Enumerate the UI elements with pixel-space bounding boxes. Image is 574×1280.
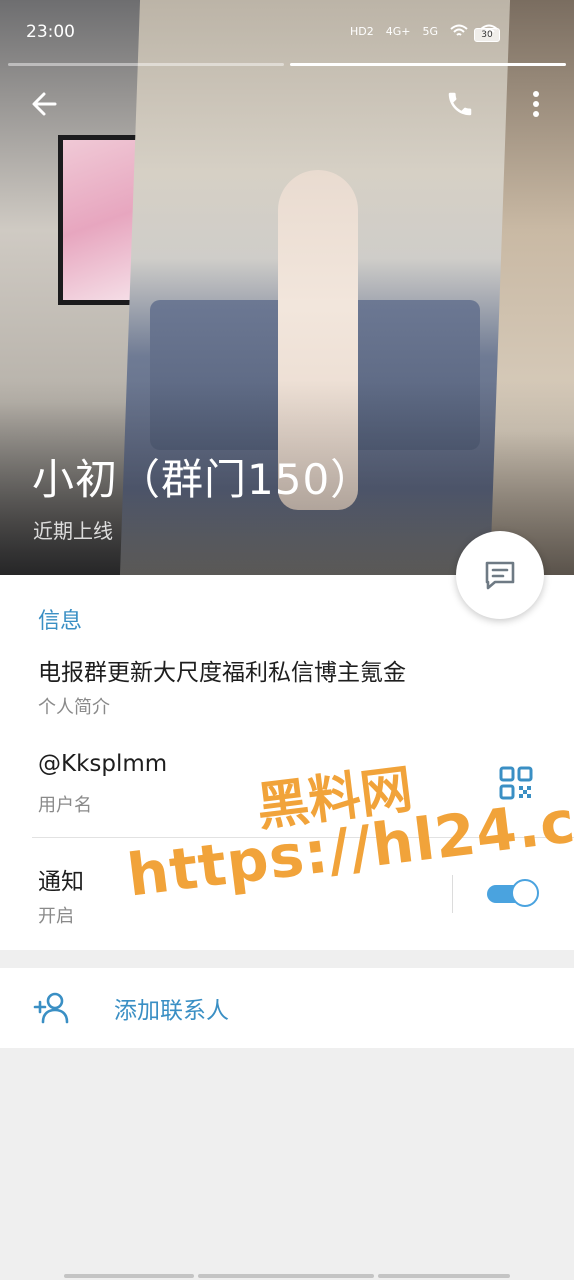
notifications-state: 开启	[38, 906, 74, 927]
message-button[interactable]	[456, 531, 544, 619]
nav-segment	[378, 1274, 510, 1278]
add-user-icon	[33, 992, 69, 1024]
bio-text[interactable]: 电报群更新大尺度福利私信博主氪金	[38, 653, 406, 687]
notifications-title[interactable]: 通知	[38, 862, 84, 896]
username-label: 用户名	[38, 795, 92, 816]
network-4g-indicator: 4G+	[385, 24, 411, 38]
status-bar: 23:00 HD2 4G+ 5G 30	[0, 18, 574, 48]
username-text[interactable]: @Kksplmm	[38, 751, 167, 777]
chat-bubble-icon	[485, 561, 515, 590]
arrow-left-icon	[32, 92, 57, 116]
notifications-toggle[interactable]	[487, 879, 539, 907]
profile-header: 23:00 HD2 4G+ 5G 30 小初（群门150） 近期上线	[0, 0, 574, 575]
vertical-divider	[452, 875, 453, 913]
section-title: 信息	[38, 609, 83, 634]
phone-icon	[448, 92, 472, 116]
nav-segment	[64, 1274, 194, 1278]
status-time: 23:00	[26, 22, 75, 42]
battery-icon: 30	[474, 28, 500, 42]
hd-indicator: HD2	[349, 24, 374, 38]
wifi-icon	[450, 24, 468, 36]
bio-label: 个人简介	[38, 697, 110, 718]
story-progress	[8, 63, 566, 66]
add-contact-label: 添加联系人	[114, 998, 229, 1024]
nav-segment	[198, 1274, 374, 1278]
profile-name: 小初（群门150）	[32, 455, 374, 504]
call-button[interactable]	[440, 84, 480, 124]
network-5g-indicator: 5G	[422, 24, 438, 38]
more-vertical-icon	[533, 91, 539, 117]
story-segment	[8, 63, 284, 66]
story-segment-active	[290, 63, 566, 66]
add-contact-row[interactable]: 添加联系人	[0, 968, 574, 1048]
navigation-bar	[64, 1274, 510, 1278]
more-menu-button[interactable]	[516, 84, 556, 124]
toggle-knob	[511, 879, 539, 907]
back-button[interactable]	[24, 84, 64, 124]
profile-last-seen: 近期上线	[33, 519, 113, 543]
